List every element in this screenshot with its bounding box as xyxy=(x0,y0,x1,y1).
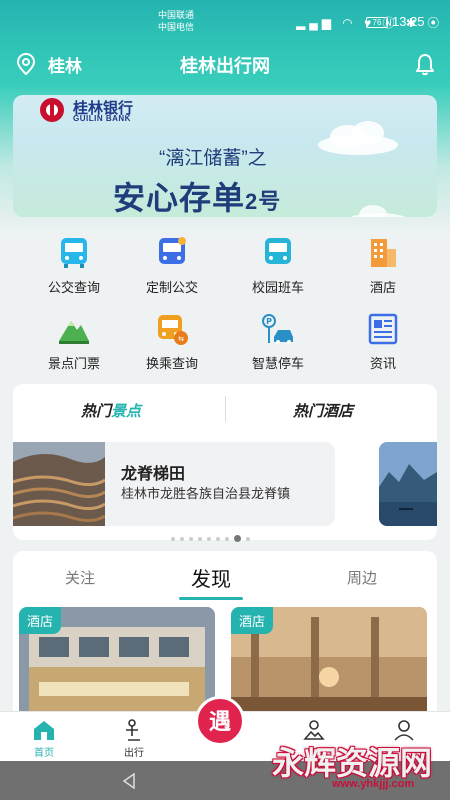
home-icon xyxy=(34,721,54,740)
mountain-icon xyxy=(59,321,89,344)
carousel-dot-active[interactable] xyxy=(234,535,241,543)
function-label: 换乘查询 xyxy=(145,356,198,371)
tab-hot-hotel[interactable]: 热门酒店 xyxy=(293,400,353,421)
carrier-1: 中国联通 xyxy=(158,10,195,20)
bus-icon xyxy=(61,238,87,268)
nav-label: 出行 xyxy=(124,748,144,759)
promo-banner[interactable]: 桂林银行 GUILIN BANK “漓江储蓄”之 安心存单2号 xyxy=(13,95,437,217)
banner-slogan-line1: “漓江储蓄”之 xyxy=(159,148,267,169)
svg-text:⇆: ⇆ xyxy=(178,335,184,343)
cloud-icon xyxy=(350,205,406,217)
function-news[interactable]: 资讯 xyxy=(333,305,433,375)
carrier-2: 中国电信 xyxy=(158,22,195,32)
back-icon[interactable] xyxy=(122,773,136,789)
carousel-dot[interactable] xyxy=(189,536,193,541)
carousel-dot[interactable] xyxy=(225,536,229,541)
campus-bus-icon xyxy=(265,238,291,264)
battery-icon: 76 xyxy=(366,17,388,28)
nav-label: 首页 xyxy=(34,748,54,759)
bell-icon[interactable] xyxy=(414,52,436,76)
function-grid: 公交查询 定制公交 校园班车 酒店 景点门票 ⇆ 换乘查询 P 智慧停车 资讯 xyxy=(0,225,450,375)
attraction-location: 桂林市龙胜各族自治县龙脊镇 xyxy=(121,486,291,501)
attraction-card[interactable]: 龙脊梯田 桂林市龙胜各族自治县龙脊镇 xyxy=(13,442,335,526)
custom-bus-icon xyxy=(159,237,186,264)
carrier-info: 中国联通 中国电信 xyxy=(158,9,194,33)
function-transfer-query[interactable]: ⇆ 换乘查询 xyxy=(122,305,222,375)
bank-name-en: GUILIN BANK xyxy=(73,114,131,123)
page-title: 桂林出行网 xyxy=(180,56,270,76)
attraction-image xyxy=(13,442,105,526)
attraction-next-image[interactable] xyxy=(379,442,437,526)
watermark: 永辉资源网 www.yhkjjj.com xyxy=(200,728,450,800)
function-hotel[interactable]: 酒店 xyxy=(333,229,433,299)
function-label: 公交查询 xyxy=(47,280,100,295)
transfer-icon: ⇆ xyxy=(158,315,188,345)
carousel-dot[interactable] xyxy=(246,536,250,541)
watermark-url: www.yhkjjj.com xyxy=(332,778,415,790)
discover-section: 关注 发现 周边 酒店 酒店 xyxy=(13,551,437,721)
banner-slogan-sub: 2号 xyxy=(245,189,282,214)
status-bar: 中国联通 中国电信 ▂▄▆ ◠ ♥ Ⓝ ✱ ⦿ 76 13:25 xyxy=(0,0,450,44)
carousel-dot[interactable] xyxy=(198,536,202,541)
carousel-dot[interactable] xyxy=(171,536,175,541)
function-bus-query[interactable]: 公交查询 xyxy=(24,229,124,299)
cloud-icon xyxy=(318,121,398,155)
app-header: 桂林 桂林出行网 xyxy=(0,44,450,84)
tab-hot-scenic-accent: 景点 xyxy=(111,403,142,420)
hotel-icon xyxy=(371,239,396,267)
bank-logo-icon xyxy=(40,98,64,122)
svg-text:P: P xyxy=(266,317,272,326)
function-smart-parking[interactable]: P 智慧停车 xyxy=(228,305,328,375)
tab-discover[interactable]: 发现 xyxy=(191,563,231,592)
attraction-name: 龙脊梯田 xyxy=(121,466,186,483)
tab-divider xyxy=(225,396,226,422)
parking-icon: P xyxy=(262,314,293,344)
hot-section: 热门景点 热门酒店 龙脊梯田 桂林市龙胜各族自治县龙脊镇 xyxy=(13,384,437,543)
clock: 13:25 xyxy=(392,14,425,29)
carousel-indicator xyxy=(171,530,255,543)
function-label: 校园班车 xyxy=(251,280,304,295)
function-custom-bus[interactable]: 定制公交 xyxy=(122,229,222,299)
category-badge: 酒店 xyxy=(19,607,62,634)
function-label: 酒店 xyxy=(369,280,396,295)
carousel-dot[interactable] xyxy=(180,536,184,541)
discover-card[interactable]: 酒店 xyxy=(231,607,427,721)
banner-slogan-main: 安心存单 xyxy=(113,180,246,216)
tab-hot-scenic-prefix: 热门 xyxy=(81,403,112,420)
function-campus-bus[interactable]: 校园班车 xyxy=(228,229,328,299)
discover-card[interactable]: 酒店 xyxy=(19,607,215,721)
function-label: 定制公交 xyxy=(145,280,198,295)
banner-slogan-line2: 安心存单2号 xyxy=(113,173,281,217)
travel-icon xyxy=(126,719,140,741)
tab-nearby[interactable]: 周边 xyxy=(347,567,377,588)
nav-home[interactable]: 首页 xyxy=(14,716,74,759)
carousel-dot[interactable] xyxy=(216,536,220,541)
nav-travel[interactable]: 出行 xyxy=(104,716,164,759)
function-label: 景点门票 xyxy=(47,356,100,371)
function-label: 资讯 xyxy=(369,356,396,371)
active-tab-indicator xyxy=(179,597,243,600)
category-badge: 酒店 xyxy=(231,607,274,634)
tab-follow[interactable]: 关注 xyxy=(65,567,95,588)
carousel-dot[interactable] xyxy=(207,536,211,541)
function-scenic-tickets[interactable]: 景点门票 xyxy=(24,305,124,375)
news-icon xyxy=(368,313,398,345)
tab-hot-scenic[interactable]: 热门景点 xyxy=(81,400,141,421)
function-label: 智慧停车 xyxy=(251,356,304,371)
